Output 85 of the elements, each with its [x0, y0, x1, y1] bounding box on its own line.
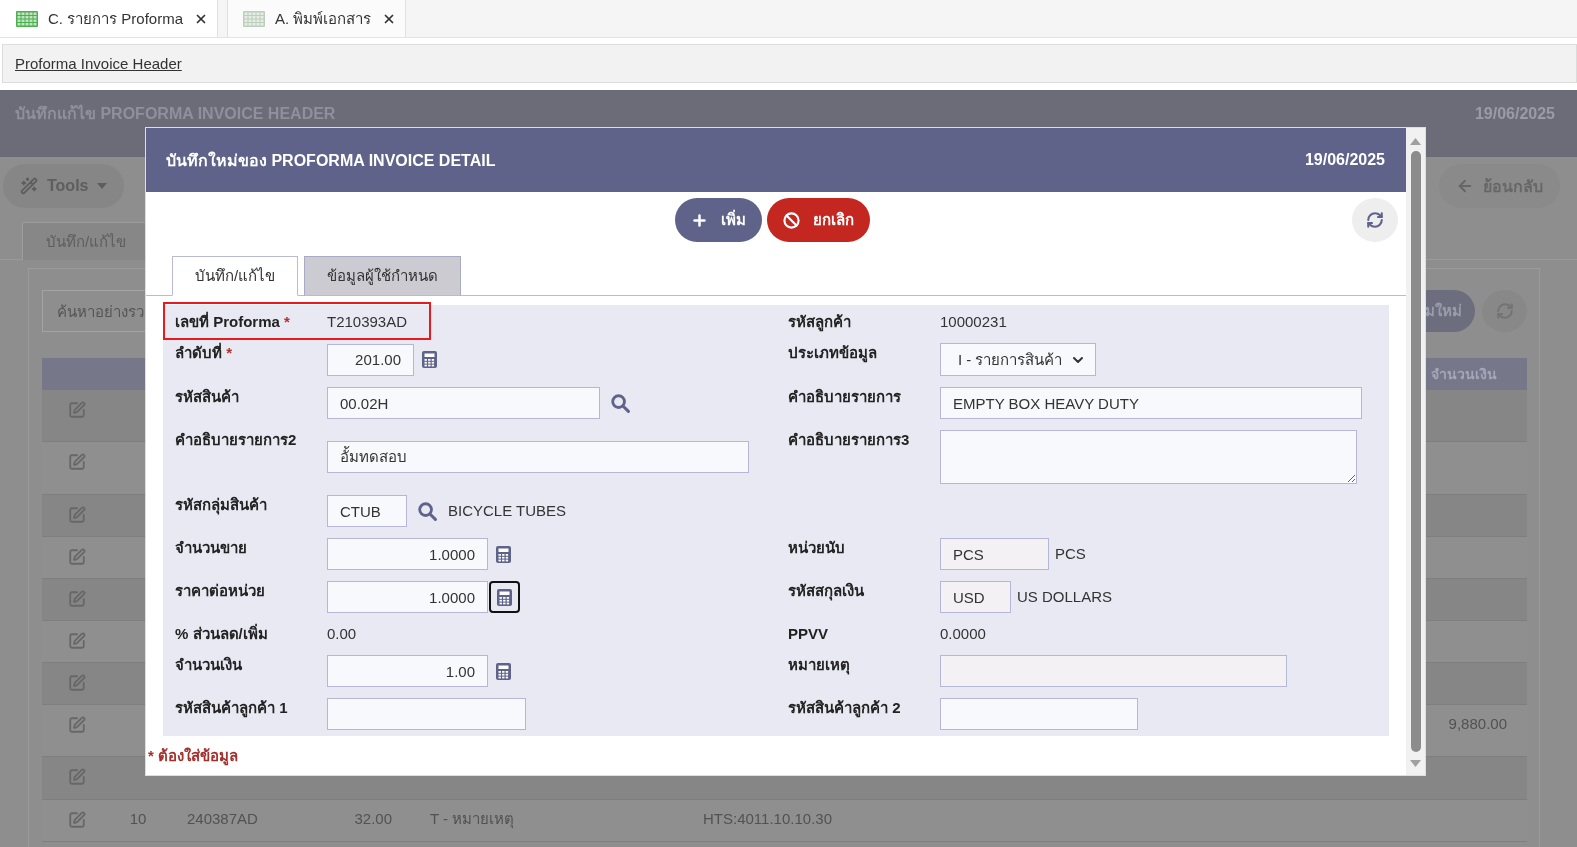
- refresh-icon: [1366, 211, 1384, 229]
- edit-icon[interactable]: [68, 632, 86, 650]
- field-label: PPVV: [788, 624, 829, 644]
- field-label: รหัสสินค้าลูกค้า 1: [175, 698, 288, 718]
- input-field[interactable]: PCS: [940, 538, 1049, 570]
- plus-icon: [690, 211, 708, 229]
- edit-icon[interactable]: [68, 768, 86, 786]
- field-label: หมายเหตุ: [788, 655, 850, 675]
- tab[interactable]: บันทึก/แก้ไข: [172, 256, 299, 296]
- input-field[interactable]: 1.0000: [327, 581, 488, 613]
- edit-icon[interactable]: [68, 506, 86, 524]
- field-label: เลขที่ Proforma *: [175, 312, 290, 332]
- search-icon[interactable]: [611, 393, 630, 413]
- calculator-icon: [497, 588, 512, 606]
- field-label: % ส่วนลด/เพิ่ม: [175, 624, 268, 644]
- field-label: ลำดับที่ *: [175, 343, 232, 363]
- field-label: คำอธิบายรายการ: [788, 387, 901, 407]
- scroll-up-icon[interactable]: [1410, 138, 1421, 145]
- input-field[interactable]: [940, 655, 1287, 687]
- input-field[interactable]: 1.0000: [327, 538, 488, 570]
- edit-icon[interactable]: [68, 453, 86, 471]
- scroll-down-icon[interactable]: [1410, 760, 1421, 767]
- type-text: T - หมายเหตุ: [430, 810, 515, 827]
- dialog-title: บันทึกใหม่ของ PROFORMA INVOICE DETAIL: [166, 150, 496, 171]
- spreadsheet-icon: [16, 10, 38, 27]
- input-field[interactable]: EMPTY BOX HEAVY DUTY: [940, 387, 1362, 419]
- input-field[interactable]: [940, 698, 1138, 730]
- field-label: รหัสสินค้าลูกค้า 2: [788, 698, 901, 718]
- search-icon[interactable]: [418, 501, 437, 521]
- dialog-date: 19/06/2025: [1304, 151, 1385, 169]
- field-suffix: US DOLLARS: [1017, 587, 1113, 607]
- field-value: 10000231: [940, 312, 1007, 332]
- edit-icon[interactable]: [68, 401, 86, 419]
- field-suffix: BICYCLE TUBES: [448, 501, 567, 521]
- edit-icon[interactable]: [68, 674, 86, 692]
- input-field[interactable]: CTUB: [327, 495, 407, 527]
- edit-icon[interactable]: [68, 590, 86, 608]
- field-label: รหัสลูกค้า: [788, 312, 851, 332]
- ban-icon: [782, 211, 800, 229]
- add-button[interactable]: เพิ่ม: [674, 198, 762, 242]
- field-label: จำนวนเงิน: [175, 655, 242, 675]
- input-field[interactable]: 201.00: [327, 343, 414, 376]
- field-label: คำอธิบายรายการ2: [175, 430, 297, 450]
- input-field[interactable]: USD: [940, 581, 1011, 613]
- tab[interactable]: ข้อมูลผู้ใช้กำหนด: [304, 256, 462, 296]
- input-field[interactable]: 1.00: [327, 655, 488, 687]
- calculator-button[interactable]: [489, 581, 520, 613]
- row-number: 10: [129, 810, 147, 827]
- refresh-button[interactable]: [1352, 198, 1398, 242]
- scrollbar-thumb[interactable]: [1410, 151, 1421, 752]
- field-value: T210393AD: [327, 312, 408, 332]
- amount-text: 9,880.00: [1448, 715, 1507, 732]
- field-value: 0.00: [327, 624, 357, 644]
- calculator-icon[interactable]: [496, 545, 511, 563]
- cancel-button[interactable]: ยกเลิก: [766, 198, 870, 242]
- field-value: 0.0000: [940, 624, 986, 644]
- field-label: ประเภทข้อมูล: [788, 343, 877, 363]
- field-label: ราคาต่อหน่วย: [175, 581, 265, 601]
- textarea-field[interactable]: [940, 430, 1357, 484]
- input-field[interactable]: อั้มทดสอบ: [327, 441, 749, 473]
- input-field[interactable]: [327, 698, 526, 730]
- wand-icon: [20, 177, 38, 195]
- required-note: * ต้องใส่ข้อมูล: [148, 746, 238, 766]
- field-label: รหัสกลุ่มสินค้า: [175, 495, 267, 515]
- calculator-icon[interactable]: [496, 662, 511, 680]
- edit-icon[interactable]: [68, 548, 86, 566]
- input-field[interactable]: 00.02H: [327, 387, 600, 419]
- tab[interactable]: C. รายการ Proforma: [0, 0, 219, 37]
- calculator-icon[interactable]: [422, 351, 437, 368]
- tab[interactable]: A. พิมพ์เอกสาร: [227, 0, 407, 37]
- field-suffix: PCS: [1055, 544, 1086, 564]
- caret-icon: [97, 183, 108, 189]
- edit-icon[interactable]: [68, 716, 86, 734]
- spreadsheet-icon: [243, 10, 266, 27]
- item-code: 240387AD: [187, 810, 258, 827]
- field-label: รหัสสินค้า: [175, 387, 239, 407]
- remark-text: HTS:4011.10.10.30: [703, 810, 832, 827]
- type-select[interactable]: I - รายการสินค้า: [940, 343, 1096, 376]
- breadcrumb-link[interactable]: Proforma Invoice Header: [15, 55, 182, 72]
- field-label: จำนวนขาย: [175, 538, 247, 558]
- field-label: คำอธิบายรายการ3: [788, 430, 910, 450]
- field-label: รหัสสกุลเงิน: [788, 581, 864, 601]
- field-label: หน่วยนับ: [788, 538, 845, 558]
- edit-icon[interactable]: [68, 811, 86, 829]
- quantity-text: 32.00: [354, 810, 392, 827]
